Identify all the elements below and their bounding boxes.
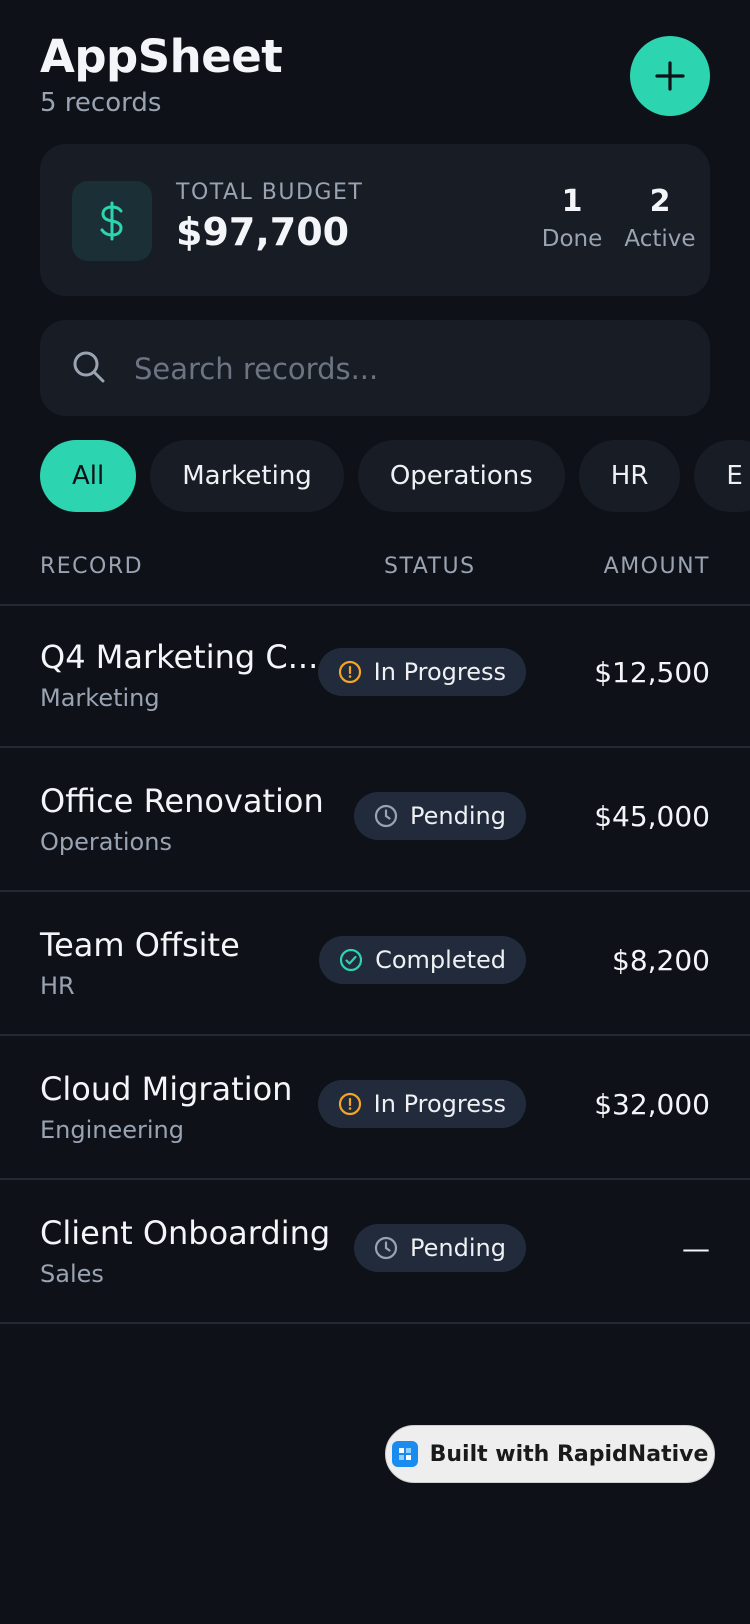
column-header-status: STATUS [384,554,476,579]
record-category: Sales [40,1260,104,1288]
page-title: AppSheet [40,30,283,83]
record-category: Engineering [40,1116,184,1144]
alert-circle-icon [338,660,361,684]
record-name: Cloud Migration [40,1070,293,1108]
status-label: Pending [410,802,506,830]
table-row[interactable]: Client Onboarding Sales Pending — [0,1180,750,1324]
record-category: Operations [40,828,172,856]
status-label: In Progress [373,1090,506,1118]
status-label: Pending [410,1234,506,1262]
table-row[interactable]: Cloud Migration Engineering In Progress … [0,1036,750,1180]
record-name: Team Offsite [40,926,240,964]
status-badge: In Progress [317,648,526,696]
filter-chip-engineering[interactable]: E [694,440,750,512]
budget-summary-card: TOTAL BUDGET $97,700 1 Done 2 Active [40,144,710,296]
column-header-record: RECORD [40,554,144,579]
filter-chip-marketing[interactable]: Marketing [150,440,344,512]
built-with-label: Built with RapidNative [429,1441,709,1467]
record-name: Client Onboarding [40,1214,331,1252]
column-header-amount: AMOUNT [603,554,710,579]
clock-icon [374,804,398,828]
record-name: Office Renovation [40,782,324,820]
category-filters: All Marketing Operations HR E [40,440,750,512]
active-count: 2 [649,184,671,219]
filter-chip-hr[interactable]: HR [578,440,681,512]
budget-icon-box [72,181,152,261]
record-amount: $45,000 [594,800,710,833]
table-header: RECORD STATUS AMOUNT [0,554,750,606]
active-label: Active [624,226,696,252]
table-row[interactable]: Q4 Marketing C... Marketing In Progress … [0,604,750,748]
record-count: 5 records [40,88,162,118]
active-stat: 2 Active [605,182,715,252]
record-amount: — [682,1232,710,1265]
status-badge: Pending [354,792,526,840]
search-bar [40,320,710,416]
record-amount: $8,200 [612,944,710,977]
status-badge: Completed [319,936,526,984]
status-badge: In Progress [317,1080,526,1128]
add-record-button[interactable] [630,36,710,116]
dollar-icon [100,201,123,241]
built-with-badge[interactable]: Built with RapidNative [385,1425,715,1483]
total-budget-value: $97,700 [176,210,350,254]
records-list: Q4 Marketing C... Marketing In Progress … [0,604,750,1324]
check-circle-icon [339,948,363,972]
record-category: HR [40,972,75,1000]
record-name: Q4 Marketing C... [40,638,319,676]
filter-chip-all[interactable]: All [40,440,137,512]
plus-icon [655,61,685,91]
rapidnative-logo-icon [391,1441,418,1467]
filter-chip-operations[interactable]: Operations [357,440,565,512]
status-label: Completed [375,946,506,974]
alert-circle-icon [338,1092,361,1116]
record-amount: $32,000 [594,1088,710,1121]
status-label: In Progress [373,658,506,686]
search-input[interactable] [132,346,676,392]
search-icon [73,351,105,383]
table-row[interactable]: Team Offsite HR Completed $8,200 [0,892,750,1036]
record-amount: $12,500 [594,656,710,689]
total-budget-label: TOTAL BUDGET [176,180,364,205]
table-row[interactable]: Office Renovation Operations Pending $45… [0,748,750,892]
clock-icon [374,1236,398,1260]
record-category: Marketing [40,684,160,712]
status-badge: Pending [354,1224,526,1272]
header: AppSheet 5 records [40,28,710,128]
